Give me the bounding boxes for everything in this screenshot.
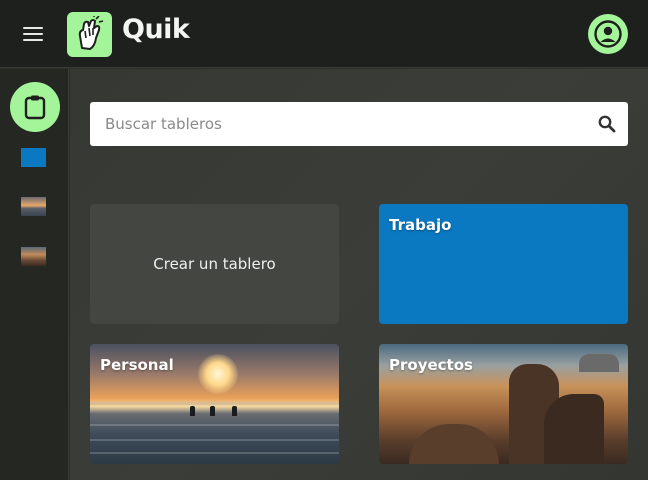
- sidebar-board-trabajo[interactable]: [21, 148, 46, 167]
- create-board-card[interactable]: Crear un tablero: [90, 204, 339, 324]
- wave: [90, 424, 339, 426]
- search-input[interactable]: [90, 102, 580, 146]
- board-card-proyectos[interactable]: Proyectos: [379, 344, 628, 464]
- board-title: Trabajo: [389, 216, 452, 234]
- create-board-label: Crear un tablero: [153, 255, 276, 273]
- sidebar: [0, 69, 69, 480]
- sun-image: [198, 354, 238, 394]
- top-bar: Quik: [0, 0, 648, 68]
- person-silhouette: [210, 406, 215, 416]
- hand-logo-icon: [67, 12, 112, 57]
- board-title: Proyectos: [389, 356, 473, 374]
- user-avatar-icon[interactable]: [588, 14, 628, 54]
- search-bar: [90, 102, 628, 146]
- clipboard-icon[interactable]: [10, 82, 60, 132]
- rock-formation: [579, 354, 619, 372]
- person-silhouette: [232, 406, 237, 416]
- wave: [90, 452, 339, 454]
- main-content: Crear un tablero Trabajo Personal Proyec…: [70, 69, 648, 480]
- board-card-trabajo[interactable]: Trabajo: [379, 204, 628, 324]
- horizon-line: [90, 402, 339, 405]
- hamburger-menu-icon[interactable]: [20, 22, 48, 46]
- search-icon[interactable]: [598, 115, 616, 133]
- rock-formation: [544, 394, 604, 464]
- wave: [90, 439, 339, 441]
- person-silhouette: [190, 406, 195, 416]
- sidebar-board-personal[interactable]: [21, 197, 46, 216]
- board-card-personal[interactable]: Personal: [90, 344, 339, 464]
- board-title: Personal: [100, 356, 174, 374]
- app-title: Quik: [122, 14, 190, 45]
- sidebar-board-proyectos[interactable]: [21, 247, 46, 266]
- rock-formation: [409, 424, 499, 464]
